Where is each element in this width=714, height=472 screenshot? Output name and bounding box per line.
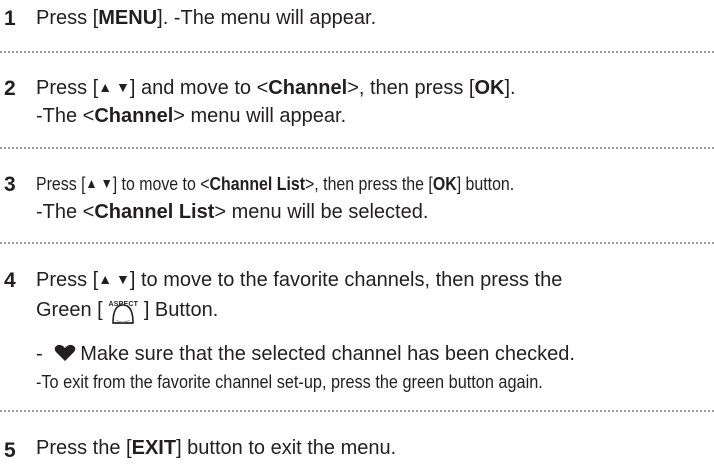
step-number: 2 [4, 77, 16, 100]
step-number: 1 [4, 7, 16, 30]
step-4-note-1: - Make sure that the selected channel ha… [36, 343, 575, 365]
divider [0, 51, 714, 53]
step-4-note-2: -To exit from the favorite channel set-u… [36, 371, 543, 392]
step-number: 5 [4, 439, 16, 462]
step-1-text: Press [MENU]. -The menu will appear. [36, 7, 377, 29]
step-3-line-1: Press [▲ ▼] to move to <Channel List>, t… [36, 173, 515, 194]
divider [0, 410, 714, 412]
step-4-line-2: Green [ ASPECT ] Button. [36, 296, 218, 324]
step-5-text: Press the [EXIT] button to exit the menu… [36, 437, 397, 459]
step-number: 3 [4, 173, 16, 196]
divider [0, 242, 714, 244]
step-3-line-2: -The <Channel List> menu will be selecte… [36, 201, 429, 223]
step-2-line-1: Press [▲ ▼] and move to <Channel>, then … [36, 77, 516, 99]
step-number: 4 [4, 269, 16, 292]
divider [0, 147, 714, 149]
heart-icon [54, 344, 76, 361]
step-2-line-2: -The <Channel> menu will appear. [36, 105, 347, 127]
aspect-button-icon: ASPECT [108, 296, 138, 324]
step-4-line-1: Press [▲ ▼] to move to the favorite chan… [36, 269, 563, 291]
